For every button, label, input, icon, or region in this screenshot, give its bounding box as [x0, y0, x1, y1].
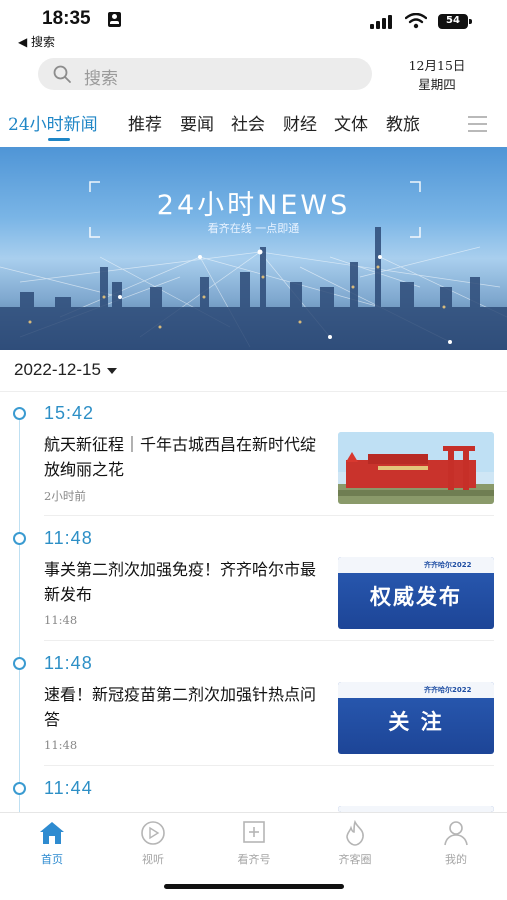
home-indicator[interactable]: [164, 884, 344, 889]
nav-mine[interactable]: 我的: [426, 819, 486, 867]
qiqihar-logo: 齐齐哈尔2022: [424, 686, 472, 694]
tab-24h-news[interactable]: 24小时新闻: [8, 110, 98, 135]
selected-date: 2022-12-15: [14, 360, 101, 379]
search-icon: [53, 65, 71, 83]
news-time: 15:42: [44, 403, 95, 423]
cellular-signal-icon: [370, 15, 396, 29]
timeline-dot: [13, 532, 26, 545]
timeline-dot: [13, 782, 26, 795]
date-text: 12月15日: [408, 58, 466, 73]
nav-label: 齐客圈: [338, 853, 372, 866]
news-time: 11:44: [44, 778, 93, 798]
plus-square-icon: [243, 821, 265, 843]
building-photo-image: [338, 432, 494, 504]
nav-home[interactable]: 首页: [22, 819, 82, 867]
divider: [44, 640, 494, 641]
nav-audiovisual[interactable]: 视听: [123, 819, 183, 867]
wifi-icon: [405, 13, 427, 29]
chevron-down-icon: [106, 367, 117, 374]
category-tabs: 24小时新闻 推荐 要闻 社会 财经 文体 教旅: [0, 104, 507, 144]
banner-24h-news[interactable]: 24小时NEWS 看齐在线 一点即通: [0, 147, 507, 350]
timeline-rail: [19, 412, 20, 812]
id-card-icon: [108, 12, 121, 27]
weekday-text: 星期四: [418, 77, 456, 92]
nav-label: 看齐号: [237, 853, 271, 866]
timeline-dot: [13, 407, 26, 420]
news-meta: 11:48: [44, 613, 78, 627]
play-icon: [141, 821, 165, 845]
search-input[interactable]: 搜索: [38, 58, 372, 90]
status-time: 18:35: [42, 8, 91, 29]
battery-icon: 54: [438, 14, 472, 29]
search-placeholder: 搜索: [84, 69, 118, 89]
divider: [44, 515, 494, 516]
qiqihar-logo: 齐齐哈尔2022: [424, 561, 472, 569]
menu-icon[interactable]: [468, 116, 487, 132]
news-thumbnail[interactable]: 齐齐哈尔2022 关 注: [338, 682, 494, 754]
nav-qike-circle[interactable]: 齐客圈: [325, 819, 385, 867]
news-title[interactable]: 速看！新冠疫苗第二剂次加强针热点问答: [44, 682, 324, 732]
news-title[interactable]: 航天新征程｜千年古城西昌在新时代绽放绚丽之花: [44, 432, 324, 482]
user-icon: [444, 821, 468, 846]
nav-kanqi-account[interactable]: 看齐号: [224, 819, 284, 867]
tab-culture-sports[interactable]: 文体: [334, 110, 368, 135]
news-time: 11:48: [44, 528, 93, 548]
news-time: 11:48: [44, 653, 93, 673]
tab-society[interactable]: 社会: [231, 110, 265, 135]
active-tab-indicator: [48, 138, 70, 141]
news-thumbnail[interactable]: 齐齐哈尔2022 权威发布: [338, 557, 494, 629]
status-bar: 18:35 ◀ 搜索 54: [0, 0, 507, 50]
tab-recommend[interactable]: 推荐: [128, 110, 162, 135]
news-thumbnail[interactable]: [338, 432, 494, 504]
thumbnail-caption: 权威发布: [370, 585, 462, 609]
home-icon: [40, 822, 64, 844]
nav-label: 视听: [142, 853, 164, 866]
flame-icon: [346, 819, 364, 846]
banner-title: 24小时NEWS: [156, 190, 351, 221]
thumbnail-caption: 关 注: [388, 710, 444, 734]
tab-finance[interactable]: 财经: [283, 110, 317, 135]
back-to-app-link[interactable]: ◀ 搜索: [18, 33, 55, 50]
news-title[interactable]: 事关第二剂次加强免疫！齐齐哈尔市最新发布: [44, 557, 324, 607]
date-selector[interactable]: 2022-12-15: [14, 360, 117, 380]
news-meta: 2小时前: [44, 489, 86, 503]
nav-label: 我的: [445, 853, 467, 866]
divider: [0, 391, 507, 392]
news-meta: 11:48: [44, 738, 78, 752]
nav-label: 首页: [41, 853, 63, 866]
city-network-illustration: [0, 181, 507, 350]
tab-headlines[interactable]: 要闻: [180, 110, 214, 135]
date-display: 12月15日 星期四: [392, 56, 482, 94]
timeline-dot: [13, 657, 26, 670]
banner-subtitle: 看齐在线 一点即通: [207, 222, 300, 235]
tab-education-travel[interactable]: 教旅: [386, 110, 420, 135]
divider: [44, 765, 494, 766]
